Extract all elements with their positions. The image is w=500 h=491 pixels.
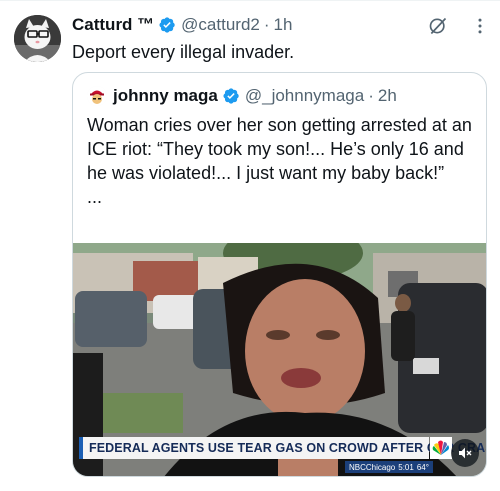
video-player[interactable]: FEDERAL AGENTS USE TEAR GAS ON CROWD AFT… [73, 243, 486, 476]
quoted-tweet[interactable]: johnny maga @_johnnymaga · 2h Woman crie… [72, 72, 487, 477]
quoted-avatar[interactable] [87, 86, 107, 106]
news-ticker: NBCChicago 5:01 64° [345, 461, 433, 473]
verified-badge-icon[interactable] [158, 16, 176, 34]
author-name[interactable]: Catturd ™ [72, 15, 154, 35]
divider [0, 0, 500, 1]
quoted-tweet-header: johnny maga @_johnnymaga · 2h [87, 85, 397, 107]
ticker-source: NBCChicago [349, 462, 396, 472]
mute-button[interactable] [451, 439, 479, 467]
quoted-author-name[interactable]: johnny maga [113, 86, 218, 106]
grok-icon[interactable] [428, 16, 448, 36]
timestamp[interactable]: 1h [274, 15, 293, 35]
emoji-avatar-icon [87, 86, 107, 106]
cat-avatar-icon [14, 15, 61, 62]
separator-dot: · [263, 15, 270, 34]
quoted-tweet-text: Woman cries over her son getting arreste… [87, 115, 472, 207]
author-handle[interactable]: @catturd2 [181, 15, 260, 35]
quoted-author-handle[interactable]: @_johnnymaga [245, 86, 364, 106]
verified-badge-icon[interactable] [222, 87, 240, 105]
tweet-header: Catturd ™ @catturd2 · 1h [72, 14, 292, 36]
quoted-timestamp[interactable]: 2h [378, 86, 397, 106]
speaker-muted-icon [459, 447, 472, 459]
ticker-temperature: 64° [416, 462, 429, 472]
ticker-clock: 5:01 [398, 462, 414, 472]
more-icon[interactable] [470, 16, 490, 36]
news-banner-text: FEDERAL AGENTS USE TEAR GAS ON CROWD AFT… [89, 441, 487, 455]
news-banner: FEDERAL AGENTS USE TEAR GAS ON CROWD AFT… [79, 437, 486, 459]
nbc-peacock-logo-icon [430, 437, 452, 459]
avatar[interactable] [14, 15, 61, 62]
tweet[interactable]: Catturd ™ @catturd2 · 1h Deport every il… [0, 0, 500, 491]
separator-dot: · [368, 86, 374, 105]
tweet-text: Deport every illegal invader. [72, 42, 295, 62]
